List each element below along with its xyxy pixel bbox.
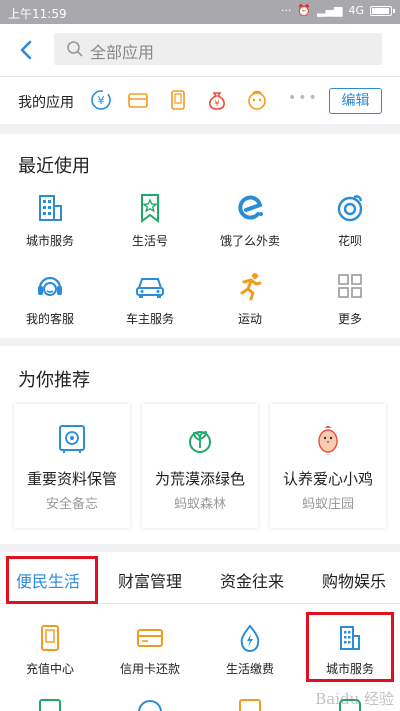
sprout-icon [189, 431, 211, 453]
grid-icon [338, 274, 362, 298]
recommend-card-chick[interactable]: 认养爱心小鸡 蚂蚁庄园 [270, 404, 386, 528]
phone-icon[interactable] [167, 89, 189, 111]
app-eleme[interactable]: 饿了么外卖 [200, 192, 300, 252]
edit-button[interactable]: 编辑 [329, 88, 382, 114]
app-more[interactable]: 更多 [300, 270, 400, 330]
search-placeholder: 全部应用 [90, 43, 155, 62]
tab-transfers[interactable]: 资金往来 [220, 568, 284, 592]
recommend-card-forest[interactable]: 为荒漠添绿色 蚂蚁森林 [142, 404, 258, 528]
dots-icon: ··· [280, 4, 292, 17]
card-subtitle: 蚂蚁庄园 [301, 497, 354, 512]
app-label: 更多 [337, 312, 362, 326]
credit-card-icon [137, 629, 163, 647]
card-title: 认养爱心小鸡 [282, 470, 373, 488]
highlight-box-tab [6, 556, 98, 604]
phone-topup-icon [41, 625, 59, 651]
app-label: 车主服务 [125, 312, 174, 326]
card-subtitle: 安全备忘 [45, 497, 98, 512]
recent-section: 最近使用 城市服务 生活号 饿了么外卖 花呗 我的客服 车主服务 运动 更多 [0, 134, 400, 338]
my-apps-label: 我的应用 [18, 95, 74, 111]
recent-title: 最近使用 [18, 156, 90, 177]
app-customer-service[interactable]: 我的客服 [0, 270, 100, 330]
money-bag-icon[interactable]: ¥ [206, 89, 228, 111]
category-section: 便民生活 财富管理 资金往来 购物娱乐 充值中心 信用卡还款 生活缴费 城市服务… [0, 552, 400, 711]
app-label: 信用卡还款 [119, 662, 180, 676]
app-sports[interactable]: 运动 [200, 270, 300, 330]
recommend-section: 为你推荐 重要资料保管 安全备忘 为荒漠添绿色 蚂蚁森林 认养爱心小鸡 蚂蚁庄园 [0, 346, 400, 544]
tab-shopping[interactable]: 购物娱乐 [322, 568, 386, 592]
recommend-title: 为你推荐 [18, 370, 90, 391]
search-input[interactable]: 全部应用 [54, 33, 382, 65]
card-subtitle: 蚂蚁森林 [173, 497, 226, 512]
headset-icon [38, 276, 62, 296]
app-city-service[interactable]: 城市服务 [0, 192, 100, 252]
app-label: 运动 [237, 312, 262, 326]
app-car-owner[interactable]: 车主服务 [100, 270, 200, 330]
app-label: 城市服务 [25, 234, 74, 248]
smiley-icon[interactable] [246, 89, 268, 111]
battery-icon [370, 5, 395, 16]
highlight-box-city-service [306, 612, 394, 682]
safe-icon [59, 425, 85, 453]
app-life-account[interactable]: 生活号 [100, 192, 200, 252]
search-icon [67, 41, 83, 57]
app-utilities[interactable]: 生活缴费 [200, 624, 300, 676]
running-icon [240, 273, 262, 301]
huabei-icon [337, 195, 363, 222]
alarm-icon: ⏰ [297, 4, 312, 17]
status-time: 上午11:59 [8, 7, 67, 21]
bookmark-star-icon [141, 194, 159, 223]
app-label: 充值中心 [25, 662, 74, 676]
car-icon [136, 278, 164, 298]
card-icon[interactable] [127, 89, 149, 111]
tab-wealth[interactable]: 财富管理 [118, 568, 182, 592]
chick-icon [318, 426, 338, 453]
card-title: 重要资料保管 [26, 470, 117, 488]
card-title: 为荒漠添绿色 [154, 470, 245, 488]
partial-icon [138, 700, 162, 711]
partial-icon [39, 699, 61, 711]
app-label: 生活号 [131, 234, 168, 248]
status-bar: 上午11:59 ··· ⏰ ▂▄▆ 4G [0, 0, 400, 24]
app-credit-card-repay[interactable]: 信用卡还款 [100, 624, 200, 676]
app-huabei[interactable]: 花呗 [300, 192, 400, 252]
status-icons: ··· ⏰ ▂▄▆ 4G [280, 4, 395, 17]
eleme-icon [238, 195, 263, 220]
app-topup[interactable]: 充值中心 [0, 624, 100, 676]
signal-icon: ▂▄▆ [317, 4, 343, 17]
app-label: 生活缴费 [225, 662, 274, 676]
partial-icon [239, 699, 261, 711]
network-type: 4G [348, 4, 364, 17]
app-label: 饿了么外卖 [219, 234, 280, 248]
app-label: 我的客服 [25, 312, 74, 326]
svg-text:¥: ¥ [98, 94, 105, 107]
watermark: Baidu 经验 [315, 690, 394, 708]
yuan-exchange-icon[interactable]: ¥ [90, 89, 112, 111]
app-label: 花呗 [337, 234, 362, 248]
more-dots[interactable]: ••• [288, 90, 319, 106]
my-apps-bar: 我的应用 ¥ ¥ ••• 编辑 [0, 76, 400, 124]
city-building-icon [39, 195, 62, 221]
recommend-card-safe[interactable]: 重要资料保管 安全备忘 [14, 404, 130, 528]
svg-text:¥: ¥ [214, 99, 219, 108]
header: 全部应用 [0, 24, 400, 76]
back-arrow-icon[interactable] [16, 38, 38, 62]
water-drop-bolt-icon [240, 624, 260, 652]
